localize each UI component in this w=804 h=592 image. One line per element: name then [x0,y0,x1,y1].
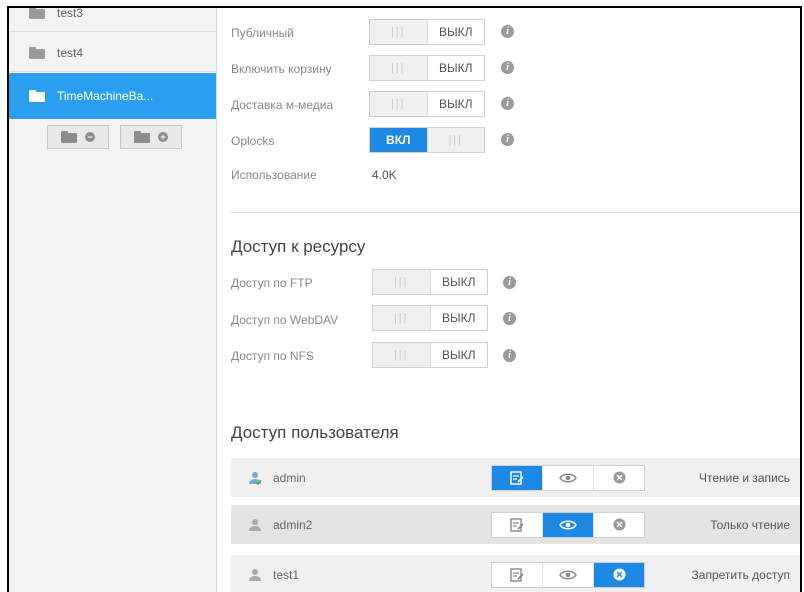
ftp-access-toggle[interactable]: ||| ВЫКЛ [372,269,488,295]
close-circle-icon [613,471,625,484]
eye-icon [559,570,577,579]
user-icon [249,518,261,531]
nfs-access-toggle[interactable]: ||| ВЫКЛ [372,342,488,368]
toggle-on-label: ВКЛ [370,128,427,152]
info-icon[interactable]: i [501,25,514,38]
usage-value: 4.0K [372,168,397,182]
folder-icon [29,90,45,102]
close-circle-icon [613,518,625,531]
read-only-button[interactable] [543,562,594,587]
oplocks-label: Oplocks [231,134,275,148]
user-icon [249,568,261,581]
section-divider [231,212,800,213]
user-access-title: Доступ пользователя [231,423,399,442]
remove-share-button[interactable]: − [47,125,109,149]
toggle-grip: ||| [373,306,431,330]
folder-icon [61,131,79,143]
permission-text: Запретить доступ [691,567,790,582]
user-name: admin [273,470,306,485]
user-row-admin2: admin2 Только чтение [231,505,800,544]
deny-button[interactable] [594,513,644,537]
media-serving-toggle[interactable]: ||| ВЫКЛ [369,91,485,117]
edit-icon [510,517,524,532]
share-sidebar: test3 test4 TimeMachineBa... − + [9,8,217,592]
permission-text: Чтение и запись [698,470,790,485]
share-item-label: TimeMachineBa... [57,89,154,103]
toggle-grip: ||| [373,343,431,367]
recycle-bin-label: Включить корзину [231,62,332,76]
oplocks-toggle[interactable]: ВКЛ ||| [369,127,485,153]
add-share-button[interactable]: + [120,125,182,149]
toggle-grip: ||| [370,20,428,44]
share-item-test3[interactable]: test3 [9,6,216,32]
close-circle-icon [613,568,625,581]
public-label: Публичный [231,26,295,40]
minus-icon: − [85,132,95,142]
toggle-grip: ||| [370,92,428,116]
permission-selector [491,464,645,491]
user-name: admin2 [273,517,313,532]
info-icon[interactable]: i [503,349,516,362]
deny-button[interactable] [594,562,644,587]
toggle-off-label: ВЫКЛ [442,311,476,325]
share-item-timemachine[interactable]: TimeMachineBa... [9,73,216,119]
folder-icon [29,46,45,59]
info-icon[interactable]: i [501,133,514,146]
toggle-off-label: ВЫКЛ [439,97,473,111]
eye-icon [559,473,577,482]
share-item-label: test4 [57,45,84,60]
recycle-bin-toggle[interactable]: ||| ВЫКЛ [369,55,485,81]
toggle-off-label: ВЫКЛ [442,275,476,289]
toggle-grip: ||| [373,270,431,294]
toggle-off-label: ВЫКЛ [439,61,473,75]
edit-icon [510,567,524,582]
folder-icon [29,8,45,19]
plus-icon: + [158,132,168,142]
toggle-grip: ||| [370,56,428,80]
info-icon[interactable]: i [503,276,516,289]
folder-icon [134,131,152,143]
info-icon[interactable]: i [501,97,514,110]
permission-selector [491,511,645,538]
toggle-off-label: ВЫКЛ [439,25,473,39]
info-icon[interactable]: i [503,312,516,325]
share-item-label: test3 [57,6,84,20]
ftp-access-label: Доступ по FTP [231,276,313,290]
user-row-admin: admin Чтение и запись [231,458,800,497]
webdav-access-toggle[interactable]: ||| ВЫКЛ [372,305,488,331]
read-only-button[interactable] [543,512,594,537]
permission-selector [491,561,645,588]
usage-label: Использование [231,168,317,182]
read-write-button[interactable] [492,562,543,587]
info-icon[interactable]: i [501,61,514,74]
eye-icon [559,520,577,529]
toggle-grip: ||| [426,128,484,152]
user-row-test1: test1 Запретить доступ [231,555,800,592]
read-write-button[interactable] [492,512,543,537]
webdav-access-label: Доступ по WebDAV [231,313,339,327]
user-name: test1 [273,567,300,582]
permission-text: Только чтение [710,517,790,532]
toggle-off-label: ВЫКЛ [442,348,476,362]
media-serving-label: Доставка м-медиа [231,98,334,112]
edit-icon [510,470,524,485]
user-icon [249,471,262,485]
resource-access-title: Доступ к ресурсу [231,237,366,256]
read-write-button[interactable] [492,465,543,490]
read-only-button[interactable] [543,465,594,490]
share-item-test4[interactable]: test4 [9,34,216,72]
app-frame: test3 test4 TimeMachineBa... − + Публичн… [7,6,802,592]
nfs-access-label: Доступ по NFS [231,349,314,363]
deny-button[interactable] [594,466,644,490]
public-toggle[interactable]: ||| ВЫКЛ [369,19,485,45]
